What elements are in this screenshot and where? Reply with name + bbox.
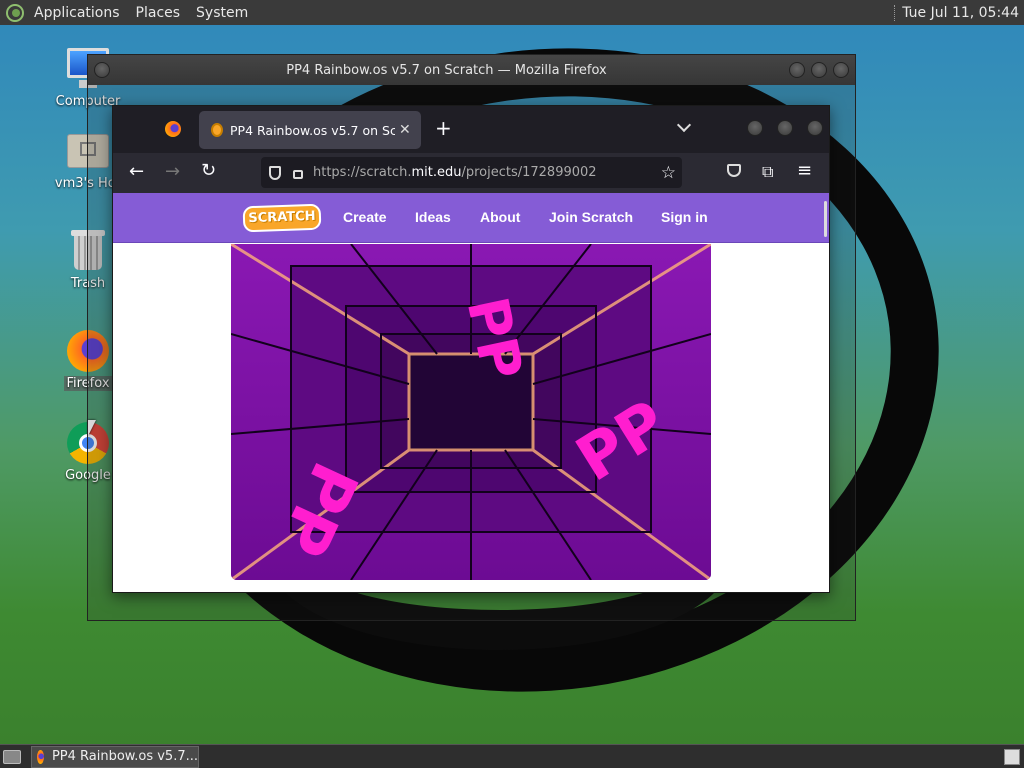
panel-separator xyxy=(894,4,896,21)
taskbar-task-firefox[interactable]: PP4 Rainbow.os v5.7... xyxy=(31,745,199,768)
reload-icon[interactable]: ↻ xyxy=(201,160,216,181)
maximize-button[interactable] xyxy=(811,62,827,78)
outer-window-titlebar[interactable]: PP4 Rainbow.os v5.7 on Scratch — Mozilla… xyxy=(88,55,855,85)
browser-close-button[interactable] xyxy=(807,120,823,136)
list-all-tabs-chevron-down-icon[interactable] xyxy=(676,117,692,133)
minimize-button[interactable] xyxy=(789,62,805,78)
outer-window-title: PP4 Rainbow.os v5.7 on Scratch — Mozilla… xyxy=(286,62,607,78)
page-scrollbar[interactable] xyxy=(824,201,827,237)
tab-active[interactable]: PP4 Rainbow.os v5.7 on Scr ✕ xyxy=(199,111,421,149)
tab-title: PP4 Rainbow.os v5.7 on Scr xyxy=(230,122,395,138)
lock-icon[interactable] xyxy=(293,170,303,179)
workspace-switcher[interactable] xyxy=(1004,748,1020,765)
places-menu[interactable]: Places xyxy=(136,5,181,21)
nav-about[interactable]: About xyxy=(480,209,520,225)
applications-menu[interactable]: Applications xyxy=(34,5,120,21)
project-stage[interactable]: PP PP PP xyxy=(231,244,711,580)
outer-window-menu-button[interactable] xyxy=(94,62,110,78)
clock[interactable]: Tue Jul 11, 05:44 xyxy=(902,5,1019,21)
url-prefix: https://scratch. xyxy=(313,165,412,180)
nav-join-scratch[interactable]: Join Scratch xyxy=(549,209,633,225)
url-suffix: /projects/172899002 xyxy=(461,165,597,180)
bottom-panel: PP4 Rainbow.os v5.7... xyxy=(0,744,1024,768)
taskbar-firefox-icon xyxy=(37,749,44,764)
back-arrow-icon[interactable]: ← xyxy=(129,161,144,182)
bookmark-star-icon[interactable]: ☆ xyxy=(661,163,676,183)
extensions-icon[interactable]: ⧉ xyxy=(762,162,773,182)
tab-close-icon[interactable]: ✕ xyxy=(399,122,411,138)
new-tab-button[interactable]: + xyxy=(435,116,452,140)
nav-ideas[interactable]: Ideas xyxy=(415,209,451,225)
browser-window[interactable]: PP4 Rainbow.os v5.7 on Scr ✕ + ← → ↻ htt… xyxy=(112,105,830,593)
url-bar[interactable]: https://scratch.mit.edu/projects/1728990… xyxy=(261,157,682,188)
taskbar-task-label: PP4 Rainbow.os v5.7... xyxy=(51,749,198,764)
nav-toolbar: ← → ↻ https://scratch.mit.edu/projects/1… xyxy=(113,153,829,193)
scratch-favicon-icon xyxy=(211,123,223,137)
browser-minimize-button[interactable] xyxy=(747,120,763,136)
distro-logo-icon[interactable] xyxy=(6,3,24,22)
scratch-nav-bar: SCRATCH Create Ideas About Join Scratch … xyxy=(113,193,829,243)
shield-icon[interactable] xyxy=(269,165,281,180)
tab-bar: PP4 Rainbow.os v5.7 on Scr ✕ + xyxy=(113,106,829,153)
browser-maximize-button[interactable] xyxy=(777,120,793,136)
top-panel: Applications Places System Tue Jul 11, 0… xyxy=(0,0,1024,25)
close-button[interactable] xyxy=(833,62,849,78)
system-menu[interactable]: System xyxy=(196,5,248,21)
forward-arrow-icon[interactable]: → xyxy=(165,161,180,182)
url-domain: mit.edu xyxy=(411,165,462,180)
nav-sign-in[interactable]: Sign in xyxy=(661,209,708,225)
scratch-logo[interactable]: SCRATCH xyxy=(242,203,322,233)
show-desktop-icon[interactable] xyxy=(3,749,21,764)
menu-hamburger-icon[interactable]: ≡ xyxy=(797,160,812,181)
pocket-icon[interactable] xyxy=(727,164,741,177)
nav-create[interactable]: Create xyxy=(343,209,387,225)
firefox-view-icon[interactable] xyxy=(165,121,181,137)
url-text[interactable]: https://scratch.mit.edu/projects/1728990… xyxy=(313,165,597,180)
